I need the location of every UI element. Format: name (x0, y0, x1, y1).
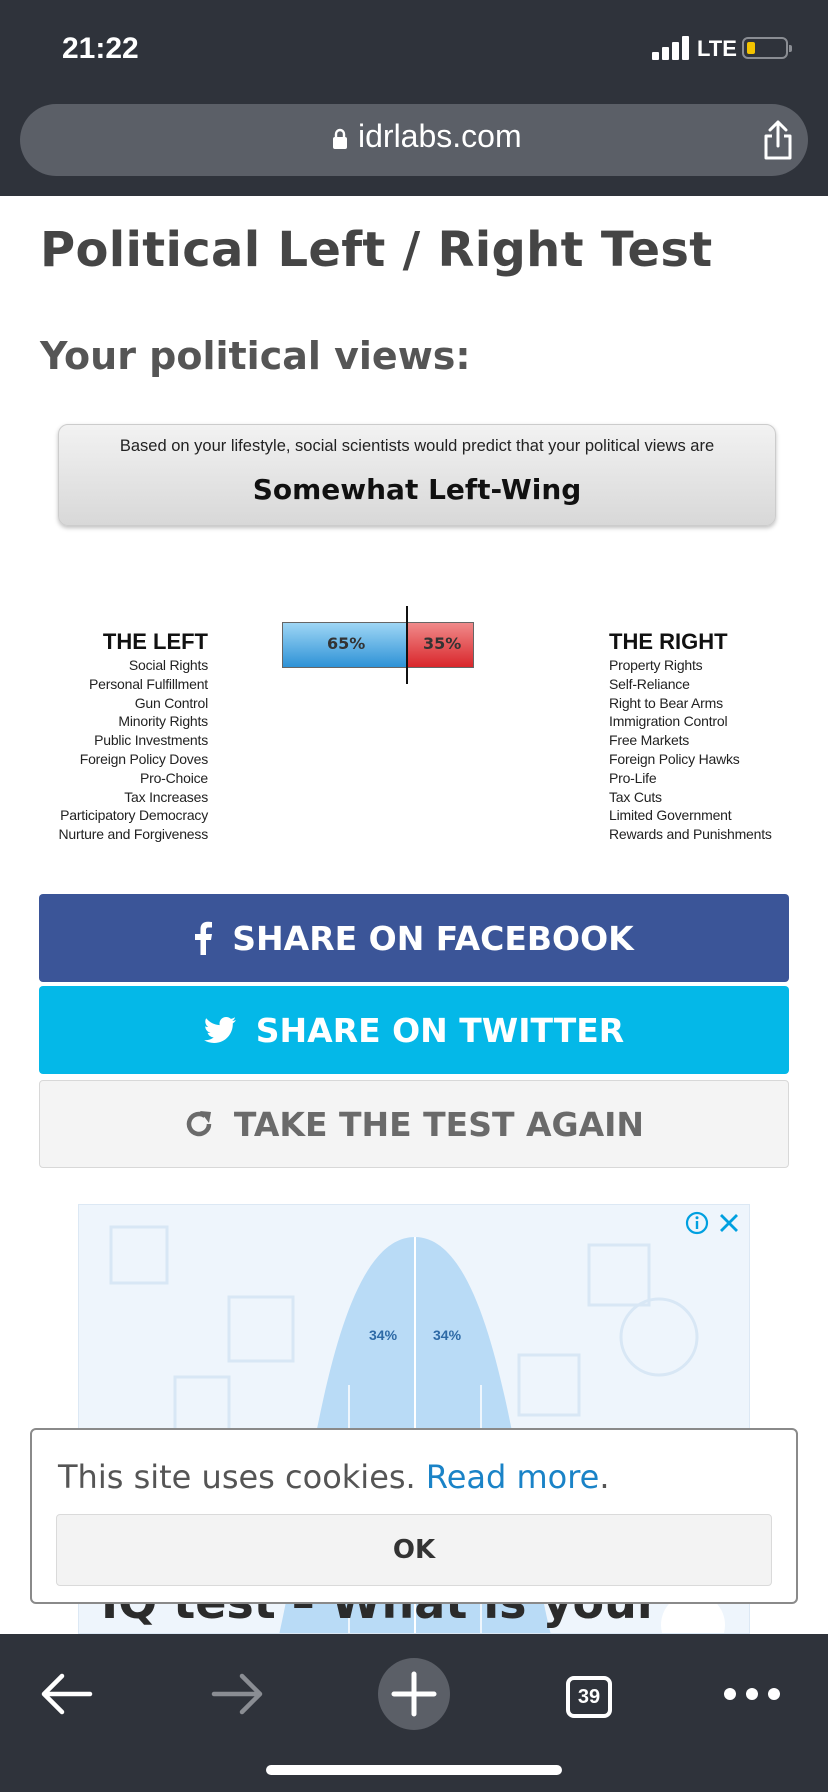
cookie-message: This site uses cookies. Read more. (58, 1458, 610, 1496)
list-item: Foreign Policy Hawks (609, 750, 740, 767)
share-facebook-button[interactable]: SHARE ON FACEBOOK (39, 894, 789, 982)
result-value: Somewhat Left-Wing (252, 473, 582, 506)
list-item: Gun Control (134, 694, 208, 711)
share-facebook-label: SHARE ON FACEBOOK (232, 918, 634, 958)
browser-chrome: 21:22 LTE idrlabs.com (0, 0, 828, 196)
list-item: Foreign Policy Doves (79, 750, 208, 767)
retake-test-button[interactable]: TAKE THE TEST AGAIN (39, 1080, 789, 1168)
left-score-label: 65% (327, 634, 366, 653)
network-label: LTE (697, 36, 737, 61)
result-box: Based on your lifestyle, social scientis… (58, 424, 776, 526)
cookie-text: This site uses cookies. (58, 1458, 416, 1496)
list-item: Property Rights (609, 657, 703, 673)
list-item: Public Investments (94, 732, 208, 749)
retake-test-label: TAKE THE TEST AGAIN (233, 1104, 645, 1144)
ad-info-icon[interactable] (685, 1211, 709, 1235)
cookie-read-more-link[interactable]: Read more (426, 1458, 599, 1496)
list-item: Tax Increases (124, 788, 208, 805)
ad-close-icon[interactable] (717, 1211, 741, 1235)
list-item: Immigration Control (609, 713, 728, 730)
list-item: Tax Cuts (609, 788, 662, 805)
battery-icon (742, 37, 792, 59)
url-text: idrlabs.com (358, 118, 522, 154)
address-bar[interactable]: idrlabs.com (20, 104, 808, 176)
share-twitter-label: SHARE ON TWITTER (255, 1010, 625, 1050)
left-column: THE LEFT Social Rights Personal Fulfillme… (30, 628, 209, 844)
facebook-icon (194, 921, 213, 955)
share-icon[interactable] (758, 118, 798, 162)
cookie-period: . (599, 1458, 610, 1496)
list-item: Pro-Life (609, 769, 657, 786)
list-item: Limited Government (609, 807, 732, 824)
ad-percent-right: 34% (433, 1327, 462, 1343)
right-score-label: 35% (423, 634, 462, 653)
share-twitter-button[interactable]: SHARE ON TWITTER (39, 986, 789, 1074)
refresh-icon (184, 1109, 214, 1139)
ad-percent-left: 34% (369, 1327, 398, 1343)
list-item: Right to Bear Arms (609, 694, 723, 711)
left-heading: THE LEFT (102, 629, 208, 654)
list-item: Nurture and Forgiveness (58, 826, 209, 843)
new-tab-icon[interactable] (378, 1658, 450, 1730)
forward-icon[interactable] (202, 1658, 274, 1730)
more-menu-icon[interactable] (716, 1658, 788, 1730)
list-item: Pro-Choice (139, 769, 208, 786)
status-time: 21:22 (62, 32, 139, 65)
cookie-banner: This site uses cookies. Read more. OK (30, 1428, 798, 1604)
twitter-icon (203, 1017, 236, 1043)
right-column: THE RIGHT Property Rights Self-Reliance Ri… (609, 628, 819, 844)
result-description: Based on your lifestyle, social scientis… (119, 437, 715, 455)
list-item: Free Markets (609, 732, 690, 749)
list-item: Minority Rights (118, 713, 208, 730)
back-icon[interactable] (30, 1658, 102, 1730)
page-title: Political Left / Right Test (40, 222, 713, 278)
tabs-count-button[interactable]: 39 (566, 1676, 612, 1718)
list-item: Rewards and Punishments (609, 826, 772, 843)
list-item: Self-Reliance (609, 675, 690, 692)
lock-icon (333, 128, 347, 149)
list-item: Participatory Democracy (60, 807, 208, 824)
score-bar: 65% 35% (282, 622, 474, 668)
signal-icon (652, 36, 690, 60)
right-heading: THE RIGHT (609, 629, 728, 654)
home-indicator (266, 1765, 562, 1775)
list-item: Social Rights (128, 657, 208, 673)
section-subtitle: Your political views: (40, 334, 471, 378)
center-divider (406, 606, 408, 684)
list-item: Personal Fulfillment (89, 675, 208, 692)
cookie-ok-button[interactable]: OK (56, 1514, 772, 1586)
